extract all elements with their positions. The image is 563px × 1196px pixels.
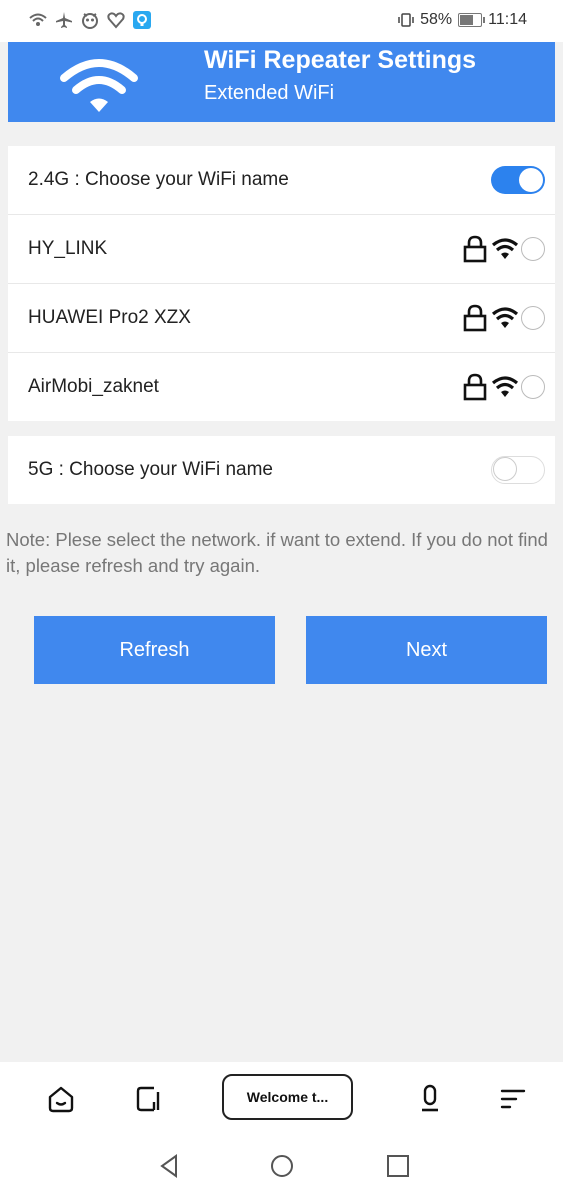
- lock-icon: [463, 304, 487, 332]
- lock-icon: [463, 373, 487, 401]
- tabs-icon[interactable]: [134, 1084, 164, 1114]
- battery-percent: 58%: [420, 11, 453, 28]
- status-bar-left-icons: [28, 10, 152, 30]
- battery-icon: [458, 13, 486, 27]
- home-icon[interactable]: [46, 1084, 76, 1114]
- band-5-toggle[interactable]: [491, 456, 545, 484]
- toggle-knob: [493, 457, 517, 481]
- band-5-label: 5G : Choose your WiFi name: [28, 459, 273, 480]
- network-name: HUAWEI Pro2 XZX: [28, 307, 191, 328]
- status-bar: 58% 11:14: [0, 0, 563, 42]
- wifi-signal-icon: [491, 307, 519, 328]
- clock: 11:14: [488, 11, 527, 28]
- network-radio[interactable]: [521, 306, 545, 330]
- app-header: WiFi Repeater Settings Extended WiFi: [8, 42, 555, 122]
- toggle-knob: [519, 168, 543, 192]
- wifi-calling-icon: [29, 13, 47, 26]
- heart-icon: [107, 12, 125, 29]
- browser-toolbar: Welcome t...: [0, 1062, 563, 1132]
- eye-icon: [82, 13, 98, 29]
- vibrate-icon: [398, 13, 414, 27]
- back-icon[interactable]: [156, 1152, 184, 1180]
- band-24-toggle[interactable]: [491, 166, 545, 194]
- home-circle-icon[interactable]: [268, 1152, 296, 1180]
- network-radio[interactable]: [521, 237, 545, 261]
- network-name: AirMobi_zaknet: [28, 376, 159, 397]
- wifi-signal-icon: [491, 376, 519, 397]
- band-5-row: 5G : Choose your WiFi name: [8, 436, 555, 504]
- lock-icon: [463, 235, 487, 263]
- network-row[interactable]: AirMobi_zaknet: [8, 353, 555, 421]
- page-title: WiFi Repeater Settings: [204, 46, 477, 74]
- status-bar-right: 58% 11:14: [398, 11, 527, 29]
- system-navigation-bar: [0, 1132, 563, 1196]
- band-24-section: 2.4G : Choose your WiFi name HY_LINK HUA…: [8, 146, 555, 421]
- wifi-signal-icon: [491, 238, 519, 259]
- next-button[interactable]: Next: [306, 616, 547, 684]
- wifi-logo-icon: [60, 59, 138, 112]
- refresh-button[interactable]: Refresh: [34, 616, 275, 684]
- band-24-label: 2.4G : Choose your WiFi name: [28, 169, 289, 190]
- microphone-icon[interactable]: [415, 1084, 445, 1114]
- band-24-row: 2.4G : Choose your WiFi name: [8, 146, 555, 215]
- menu-icon[interactable]: [498, 1084, 528, 1114]
- note-text: Note: Plese select the network. if want …: [6, 529, 548, 576]
- current-tab-button[interactable]: Welcome t...: [222, 1074, 353, 1120]
- app-notification-icon: [133, 11, 151, 29]
- airplane-icon: [56, 12, 72, 28]
- band-5-section: 5G : Choose your WiFi name: [8, 436, 555, 504]
- recents-icon[interactable]: [384, 1152, 412, 1180]
- network-radio[interactable]: [521, 375, 545, 399]
- network-name: HY_LINK: [28, 238, 108, 259]
- page-subtitle: Extended WiFi: [204, 82, 335, 104]
- network-row[interactable]: HUAWEI Pro2 XZX: [8, 284, 555, 353]
- network-row[interactable]: HY_LINK: [8, 215, 555, 284]
